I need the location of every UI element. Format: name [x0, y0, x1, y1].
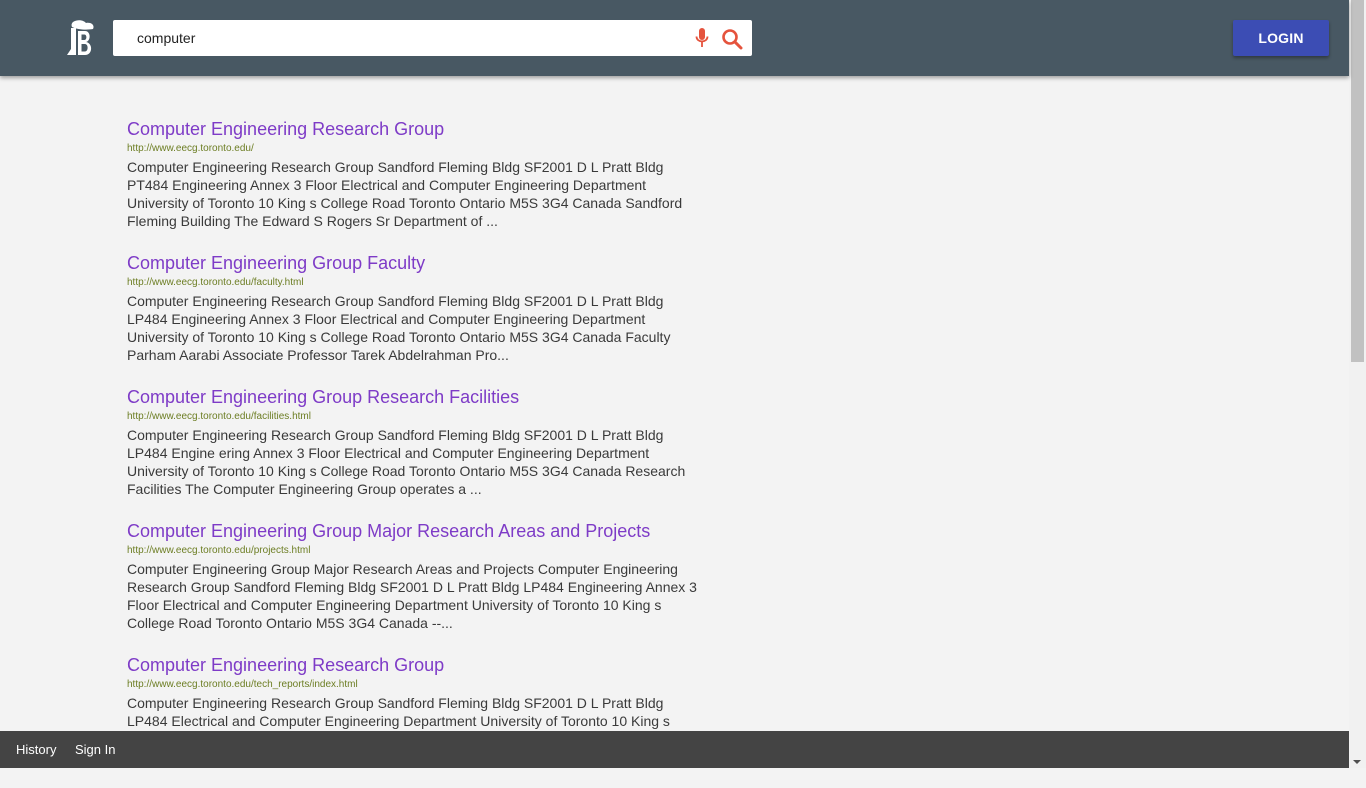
result-title-link[interactable]: Computer Engineering Group Faculty — [127, 252, 707, 274]
result-snippet: Computer Engineering Research Group Sand… — [127, 159, 683, 229]
result-url-link[interactable]: http://www.eecg.toronto.edu/tech_reports… — [127, 679, 707, 691]
search-bar — [113, 20, 752, 56]
tree-b-logo-icon[interactable] — [64, 19, 96, 57]
scroll-down-arrow-icon[interactable] — [1353, 760, 1361, 764]
result-url-link[interactable]: http://www.eecg.toronto.edu/ — [127, 143, 707, 155]
result-title-link[interactable]: Computer Engineering Research Group — [127, 118, 707, 140]
result-snippet: Computer Engineering Group Major Researc… — [127, 561, 697, 631]
result-title-link[interactable]: Computer Engineering Research Group — [127, 654, 707, 676]
result-url-link[interactable]: http://www.eecg.toronto.edu/faculty.html — [127, 277, 707, 289]
result-title-link[interactable]: Computer Engineering Group Research Faci… — [127, 386, 707, 408]
top-app-bar: LOGIN — [0, 0, 1349, 76]
result-url-link[interactable]: http://www.eecg.toronto.edu/facilities.h… — [127, 411, 707, 423]
search-input[interactable] — [137, 20, 677, 56]
vertical-scrollbar[interactable] — [1349, 0, 1366, 768]
search-result: Computer Engineering Research Group http… — [127, 118, 707, 252]
search-result: Computer Engineering Group Major Researc… — [127, 520, 707, 654]
result-snippet: Computer Engineering Research Group Sand… — [127, 427, 686, 497]
sign-in-link[interactable]: Sign In — [75, 742, 115, 757]
bottom-bar: History Sign In — [0, 731, 1349, 768]
search-result: Computer Engineering Group Faculty http:… — [127, 252, 707, 386]
search-result: Computer Engineering Group Research Faci… — [127, 386, 707, 520]
result-title-link[interactable]: Computer Engineering Group Major Researc… — [127, 520, 707, 542]
login-button[interactable]: LOGIN — [1233, 20, 1329, 56]
result-url-link[interactable]: http://www.eecg.toronto.edu/projects.htm… — [127, 545, 707, 557]
result-snippet: Computer Engineering Research Group Sand… — [127, 293, 671, 363]
search-icon[interactable] — [721, 28, 743, 50]
microphone-icon[interactable] — [694, 27, 710, 49]
history-link[interactable]: History — [16, 742, 56, 757]
search-results-list: Computer Engineering Research Group http… — [127, 118, 707, 788]
scrollbar-thumb[interactable] — [1351, 0, 1364, 362]
